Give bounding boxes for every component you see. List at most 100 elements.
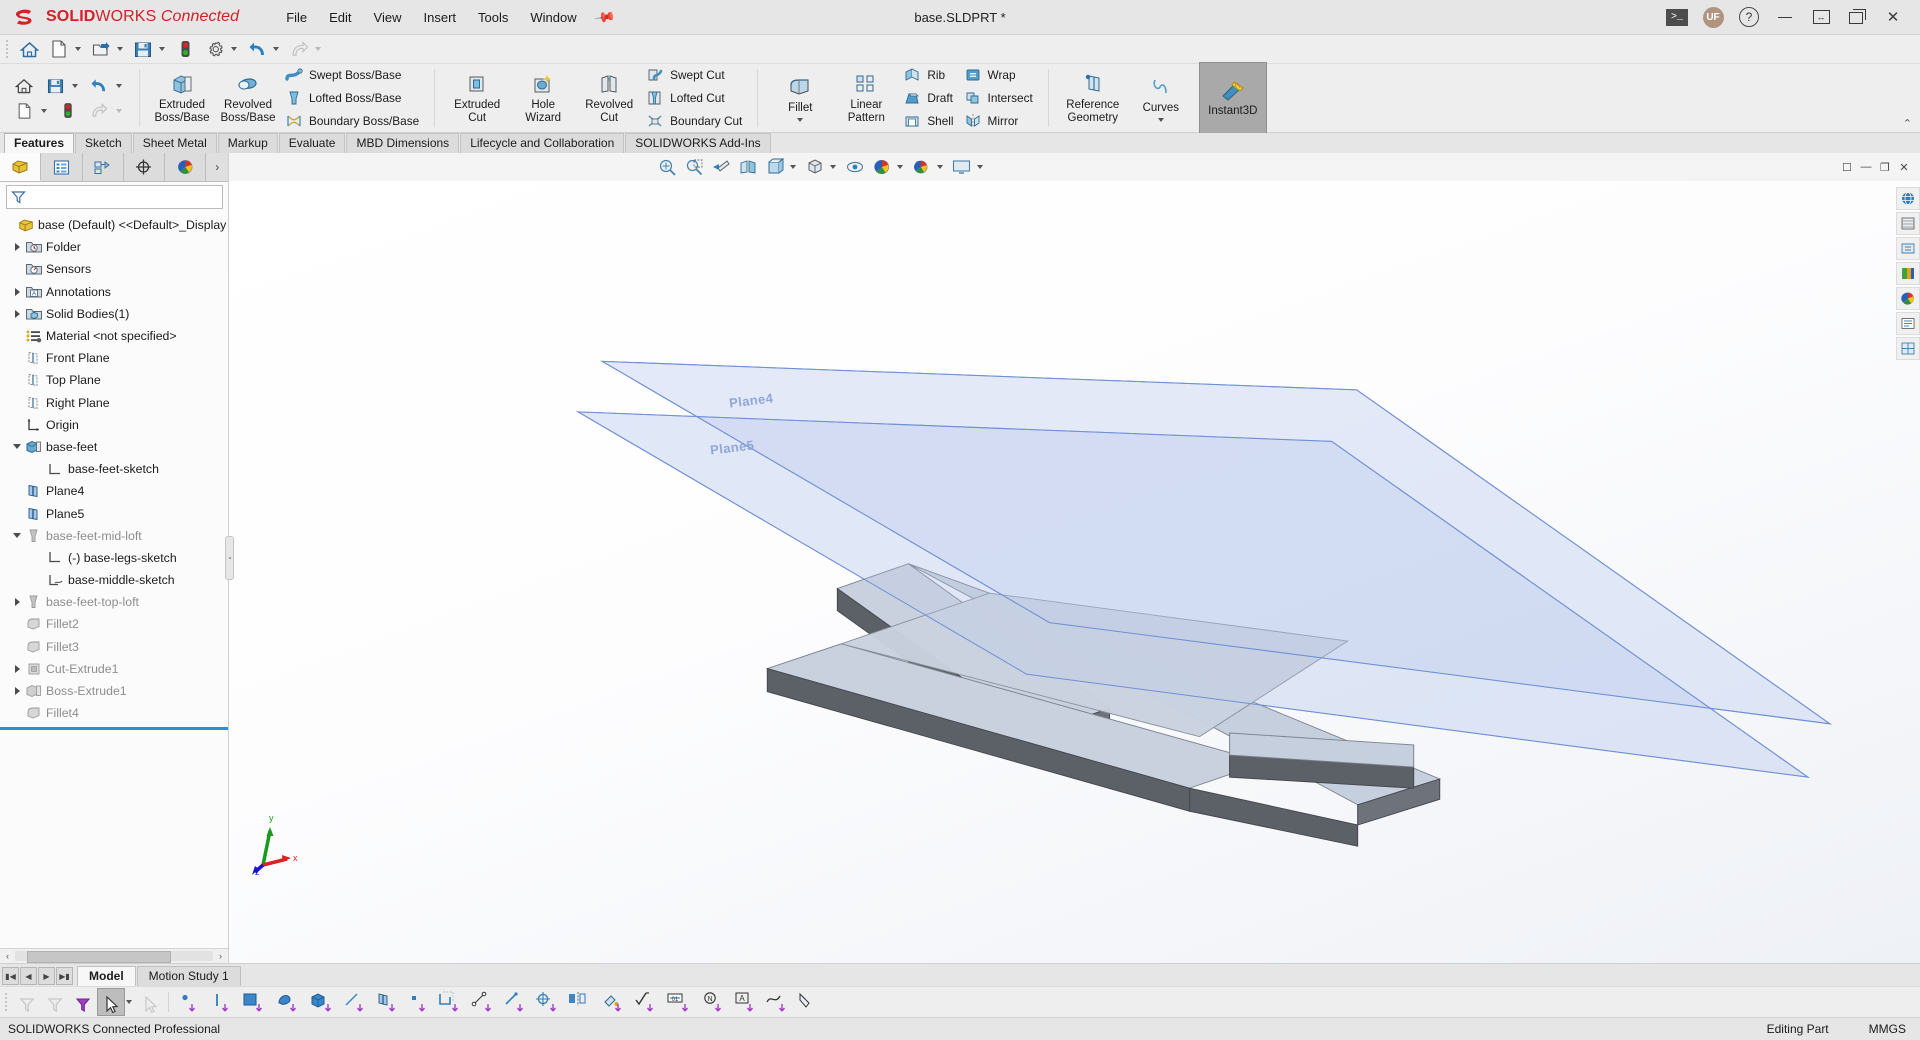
rollback-bar[interactable] [0,727,228,731]
tab-display-manager[interactable] [165,153,207,181]
tab-lifecycle-collaboration[interactable]: Lifecycle and Collaboration [460,133,625,153]
undo-button[interactable] [242,37,272,61]
options-button[interactable] [200,37,230,61]
tree-toggle[interactable] [10,533,24,539]
tree-toggle[interactable] [10,309,24,318]
menu-tools[interactable]: Tools [467,7,519,28]
tree-node-plane5[interactable]: Plane5 [0,502,228,524]
check-sketch-button[interactable] [630,989,662,1015]
curve-button[interactable] [762,989,794,1015]
tab-property-manager[interactable] [41,153,83,181]
revolved-cut-button[interactable]: Revolved Cut [576,67,642,129]
viewport-panel-button[interactable] [1896,337,1920,360]
hscroll-right-arrow[interactable]: › [213,951,228,961]
tree-node-right-plane[interactable]: Right Plane [0,392,228,414]
mirror-sketch-button[interactable] [564,989,598,1015]
tree-node-base-feet-top-loft[interactable]: base-feet-top-loft [0,591,228,613]
cm-rebuild-button[interactable] [53,99,83,123]
next-tab-button[interactable]: ▶ [38,967,55,985]
tab-sheet-metal[interactable]: Sheet Metal [132,133,217,153]
restore-width-button[interactable]: ↔ [1804,2,1838,32]
tab-feature-manager-tree[interactable] [0,153,42,181]
mirror-button[interactable]: Mirror [960,110,1039,132]
pin-icon[interactable]: 📌 [592,5,616,29]
extrude-boss-sketch-button[interactable] [306,989,340,1015]
hole-wizard-button[interactable]: Hole Wizard [510,67,576,129]
display-style-panel-button[interactable] [1896,212,1920,235]
hscroll-thumb[interactable] [27,951,171,963]
first-tab-button[interactable]: ▮◀ [2,967,19,985]
linear-pattern-button[interactable]: Linear Pattern [833,67,899,129]
tree-toggle[interactable] [10,287,24,296]
collapse-ribbon-icon[interactable]: ⌃ [1903,117,1912,130]
hscroll-left-arrow[interactable]: ‹ [0,951,15,961]
help-button[interactable]: ? [1732,2,1766,32]
feature-tree-filter[interactable] [6,185,223,209]
feature-tree-hscrollbar[interactable]: ‹ › [0,948,228,963]
restore-doc-button[interactable]: ☐ [1839,159,1855,175]
user-avatar[interactable]: UF [1696,2,1730,32]
panel-splitter-handle[interactable] [225,536,234,580]
undo-caret[interactable] [273,47,279,51]
display-style-caret[interactable] [830,165,837,169]
tab-evaluate[interactable]: Evaluate [278,133,346,153]
rib-button[interactable]: Rib [899,64,959,86]
reference-geometry-button[interactable]: Reference Geometry [1058,67,1128,129]
view-orientation-panel-button[interactable] [1896,187,1920,210]
cm-home-button[interactable] [9,74,39,98]
save-button[interactable] [128,37,158,61]
terminal-button[interactable]: >_ [1660,2,1694,32]
apply-scene-panel-button[interactable] [1896,287,1920,310]
tree-node-top-plane[interactable]: Top Plane [0,369,228,391]
section-view-button[interactable] [735,155,761,179]
tree-node-base-feet[interactable]: base-feet [0,436,228,458]
open-caret[interactable] [117,47,123,51]
tab-solidworks-add-ins[interactable]: SOLIDWORKS Add-Ins [625,133,771,153]
close-button[interactable]: ✕ [1876,2,1910,32]
draft-button[interactable]: Draft [899,87,959,109]
edit-appearance-panel-button[interactable] [1896,262,1920,285]
cm-new-button[interactable] [9,99,39,123]
tree-node-sensors[interactable]: Sensors [0,258,228,280]
tree-toggle[interactable] [10,687,24,696]
cm-save-button[interactable] [40,74,70,98]
menu-edit[interactable]: Edit [318,7,362,28]
text-button[interactable]: A [730,989,762,1015]
point-button[interactable] [174,989,206,1015]
cm-redo-button[interactable] [84,99,114,123]
hide-show-items-button[interactable] [842,155,868,179]
restore-button[interactable] [1840,2,1874,32]
boundary-boss-base-button[interactable]: Boundary Boss/Base [281,110,425,132]
tab-mbd-dimensions[interactable]: MBD Dimensions [346,133,460,153]
revolved-boss-base-button[interactable]: Revolved Boss/Base [215,67,281,129]
save-caret[interactable] [159,47,165,51]
curves-caret[interactable] [1157,117,1164,122]
open-button[interactable] [86,37,116,61]
new-document-caret[interactable] [75,47,81,51]
point-small-button[interactable] [404,989,434,1015]
view-settings-panel-button[interactable] [1896,312,1920,335]
line-button[interactable] [206,989,238,1015]
spline-button[interactable] [468,989,500,1015]
tree-node-annotations[interactable]: A Annotations [0,281,228,303]
note-button[interactable]: N [698,989,730,1015]
zoom-to-area-button[interactable] [681,155,707,179]
tab-markup[interactable]: Markup [217,133,278,153]
paint-button[interactable] [598,989,630,1015]
view-settings-caret[interactable] [937,165,944,169]
swept-boss-base-button[interactable]: Swept Boss/Base [281,64,425,86]
view-settings-button[interactable] [909,155,935,179]
cm-undo-caret[interactable] [116,83,122,88]
new-document-button[interactable] [44,37,74,61]
trim-button[interactable] [340,989,372,1015]
last-tab-button[interactable]: ▶▮ [56,967,73,985]
tree-node-base-feet-mid-loft[interactable]: base-feet-mid-loft [0,525,228,547]
tree-node-fillet2[interactable]: Fillet2 [0,613,228,635]
shell-button[interactable]: Shell [899,110,959,132]
minimize-doc-button[interactable]: — [1858,159,1874,175]
tree-node-fillet4[interactable]: Fillet4 [0,702,228,724]
tree-node-origin[interactable]: Origin [0,414,228,436]
zoom-to-fit-button[interactable] [654,155,680,179]
boundary-cut-button[interactable]: Boundary Cut [642,110,748,132]
tree-node-boss-extrude1[interactable]: Boss-Extrude1 [0,680,228,702]
